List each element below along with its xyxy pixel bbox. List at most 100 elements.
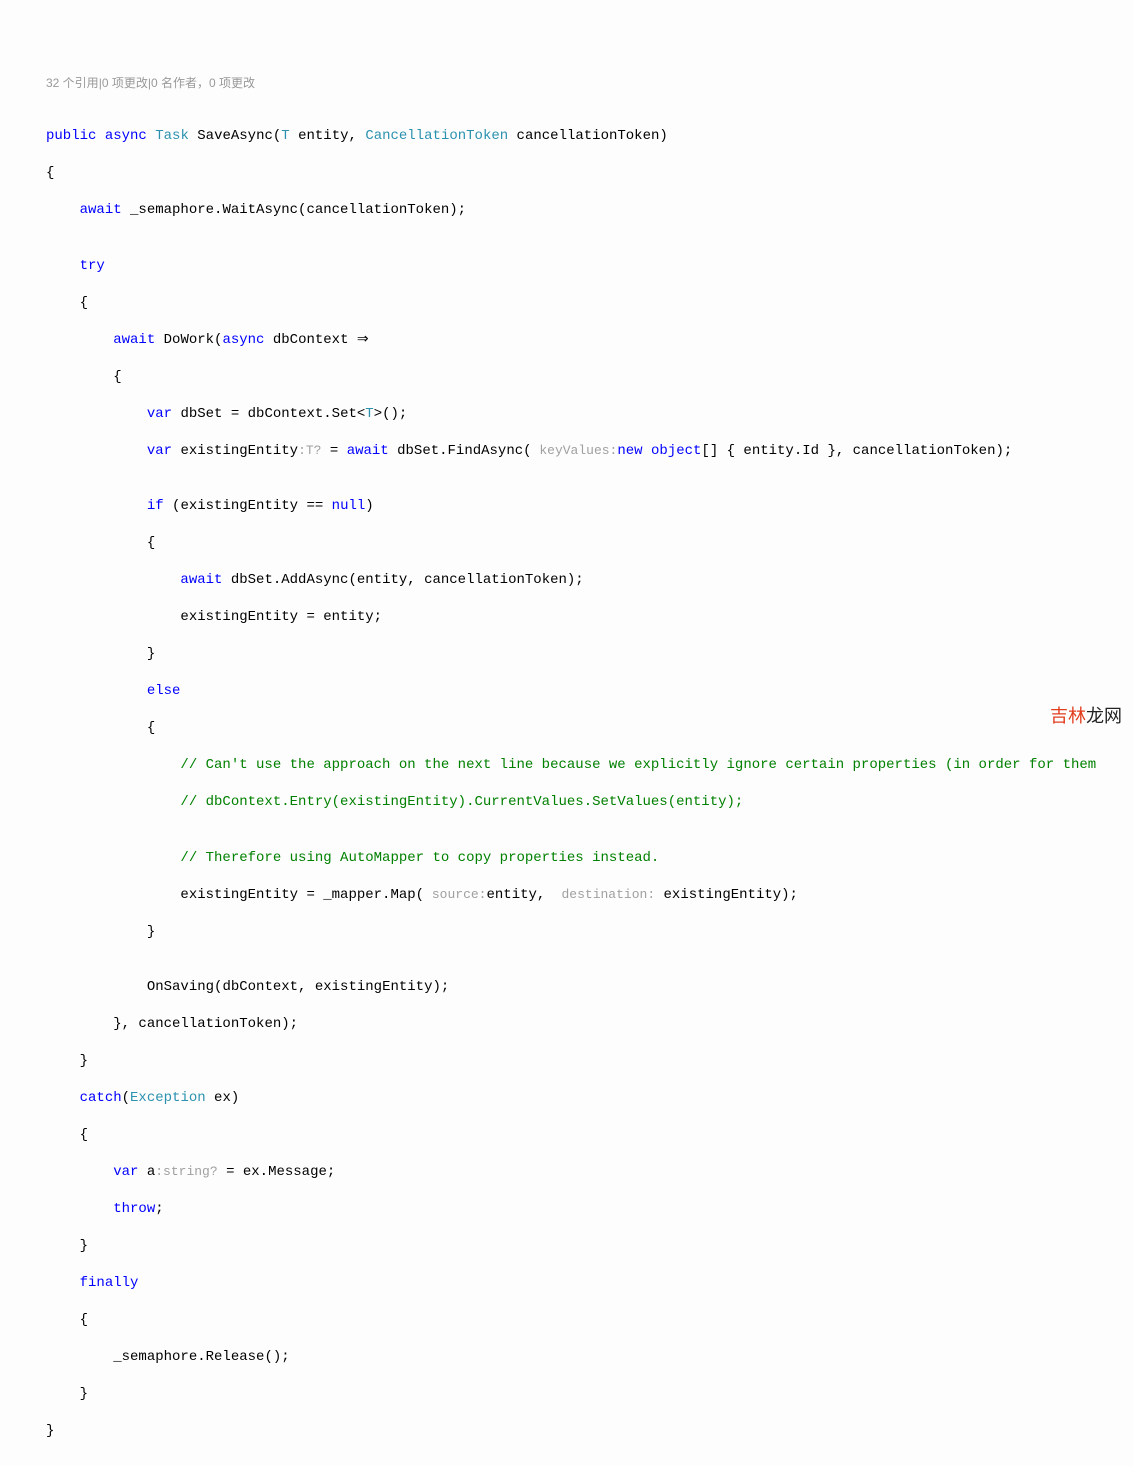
code-line[interactable]: // Can't use the approach on the next li…: [46, 756, 1134, 775]
code-text: dbSet.FindAsync(: [389, 443, 532, 459]
brace: {: [46, 165, 54, 181]
kw-await: await: [180, 572, 222, 588]
code-text: a: [138, 1164, 155, 1180]
code-line[interactable]: }: [46, 1052, 1134, 1071]
code-text: _semaphore.WaitAsync(cancellationToken);: [122, 202, 466, 218]
code-line[interactable]: catch(Exception ex): [46, 1089, 1134, 1108]
code-line[interactable]: await DoWork(async dbContext ⇒: [46, 331, 1134, 350]
comment: // Can't use the approach on the next li…: [180, 757, 1096, 773]
kw-var: var: [113, 1164, 138, 1180]
type-ct: CancellationToken: [365, 128, 508, 144]
code-text: dbSet.AddAsync(entity, cancellationToken…: [222, 572, 583, 588]
watermark-part2: 龙网: [1086, 706, 1122, 726]
inline-hint: :string?: [155, 1164, 217, 1179]
inline-hint: keyValues:: [532, 443, 618, 458]
code-line[interactable]: }: [46, 923, 1134, 942]
code-text: [643, 443, 651, 459]
code-text: DoWork(: [155, 332, 222, 348]
codelens-authors[interactable]: 0 名作者，: [151, 76, 209, 90]
code-text: OnSaving(dbContext, existingEntity);: [147, 979, 449, 995]
method-name: SaveAsync: [197, 128, 273, 144]
codelens-refs[interactable]: 32 个引用: [46, 76, 99, 90]
kw-throw: throw: [113, 1201, 155, 1217]
code-line[interactable]: {: [46, 164, 1134, 183]
brace: }: [147, 646, 155, 662]
code-line[interactable]: _semaphore.Release();: [46, 1348, 1134, 1367]
kw-async: async: [105, 128, 147, 144]
code-line[interactable]: throw;: [46, 1200, 1134, 1219]
inline-hint: destination:: [554, 887, 655, 902]
brace: }: [80, 1053, 88, 1069]
code-line[interactable]: existingEntity = _mapper.Map( source:ent…: [46, 886, 1134, 905]
code-line[interactable]: {: [46, 719, 1134, 738]
kw-var: var: [147, 406, 172, 422]
code-text: dbContext ⇒: [264, 332, 368, 348]
code-line[interactable]: if (existingEntity == null): [46, 497, 1134, 516]
kw-catch: catch: [80, 1090, 122, 1106]
kw-object: object: [651, 443, 701, 459]
code-text: >();: [374, 406, 408, 422]
type-task: Task: [155, 128, 189, 144]
code-line[interactable]: await dbSet.AddAsync(entity, cancellatio…: [46, 571, 1134, 590]
kw-var: var: [147, 443, 172, 459]
brace: }: [147, 924, 155, 940]
comment: // dbContext.Entry(existingEntity).Curre…: [180, 794, 743, 810]
param: cancellationToken): [508, 128, 668, 144]
kw-await: await: [113, 332, 155, 348]
kw-new: new: [617, 443, 642, 459]
comment: // Therefore using AutoMapper to copy pr…: [180, 850, 659, 866]
code-text: (: [122, 1090, 130, 1106]
code-text: ;: [155, 1201, 163, 1217]
codelens-bar[interactable]: 32 个引用|0 项更改|0 名作者，0 项更改: [0, 74, 1134, 90]
code-text: ): [365, 498, 373, 514]
brace: {: [113, 369, 121, 385]
code-line[interactable]: {: [46, 534, 1134, 553]
code-line[interactable]: else: [46, 682, 1134, 701]
code-line[interactable]: }: [46, 1237, 1134, 1256]
codelens-changes[interactable]: 0 项更改: [102, 76, 148, 90]
code-line[interactable]: {: [46, 1311, 1134, 1330]
code-line[interactable]: var dbSet = dbContext.Set<T>();: [46, 405, 1134, 424]
code-line[interactable]: finally: [46, 1274, 1134, 1293]
code-line[interactable]: {: [46, 294, 1134, 313]
inline-hint: source:: [424, 887, 486, 902]
code-text: entity,: [486, 887, 553, 903]
code-text: }, cancellationToken);: [113, 1016, 298, 1032]
code-line[interactable]: public async Task SaveAsync(T entity, Ca…: [46, 127, 1134, 146]
code-text: existingEntity);: [655, 887, 798, 903]
kw-null: null: [332, 498, 366, 514]
type-T: T: [281, 128, 289, 144]
kw-finally: finally: [80, 1275, 139, 1291]
code-text: =: [321, 443, 346, 459]
watermark-part1: 吉林: [1050, 706, 1086, 726]
code-text: ex): [206, 1090, 240, 1106]
codelens-changes2[interactable]: 0 项更改: [209, 76, 255, 90]
code-line[interactable]: }: [46, 1385, 1134, 1404]
code-text: existingEntity: [172, 443, 298, 459]
type-exception: Exception: [130, 1090, 206, 1106]
code-line[interactable]: existingEntity = entity;: [46, 608, 1134, 627]
code-line[interactable]: OnSaving(dbContext, existingEntity);: [46, 978, 1134, 997]
code-line[interactable]: {: [46, 368, 1134, 387]
code-text: = ex.Message;: [218, 1164, 336, 1180]
code-text: [] { entity.Id }, cancellationToken);: [701, 443, 1012, 459]
inline-hint: :T?: [298, 443, 321, 458]
code-line[interactable]: }, cancellationToken);: [46, 1015, 1134, 1034]
kw-if: if: [147, 498, 164, 514]
code-text: (existingEntity ==: [164, 498, 332, 514]
code-line[interactable]: var a:string? = ex.Message;: [46, 1163, 1134, 1182]
code-line[interactable]: }: [46, 1422, 1134, 1441]
code-line[interactable]: {: [46, 1126, 1134, 1145]
code-line[interactable]: var existingEntity:T? = await dbSet.Find…: [46, 442, 1134, 461]
brace: }: [80, 1238, 88, 1254]
code-line[interactable]: // Therefore using AutoMapper to copy pr…: [46, 849, 1134, 868]
code-line[interactable]: // dbContext.Entry(existingEntity).Curre…: [46, 793, 1134, 812]
code-text: existingEntity = _mapper.Map(: [180, 887, 424, 903]
code-text: _semaphore.Release();: [113, 1349, 289, 1365]
brace: {: [80, 295, 88, 311]
code-line[interactable]: try: [46, 257, 1134, 276]
code-line[interactable]: await _semaphore.WaitAsync(cancellationT…: [46, 201, 1134, 220]
code-editor[interactable]: public async Task SaveAsync(T entity, Ca…: [0, 109, 1134, 1460]
code-line[interactable]: }: [46, 645, 1134, 664]
kw-async: async: [222, 332, 264, 348]
